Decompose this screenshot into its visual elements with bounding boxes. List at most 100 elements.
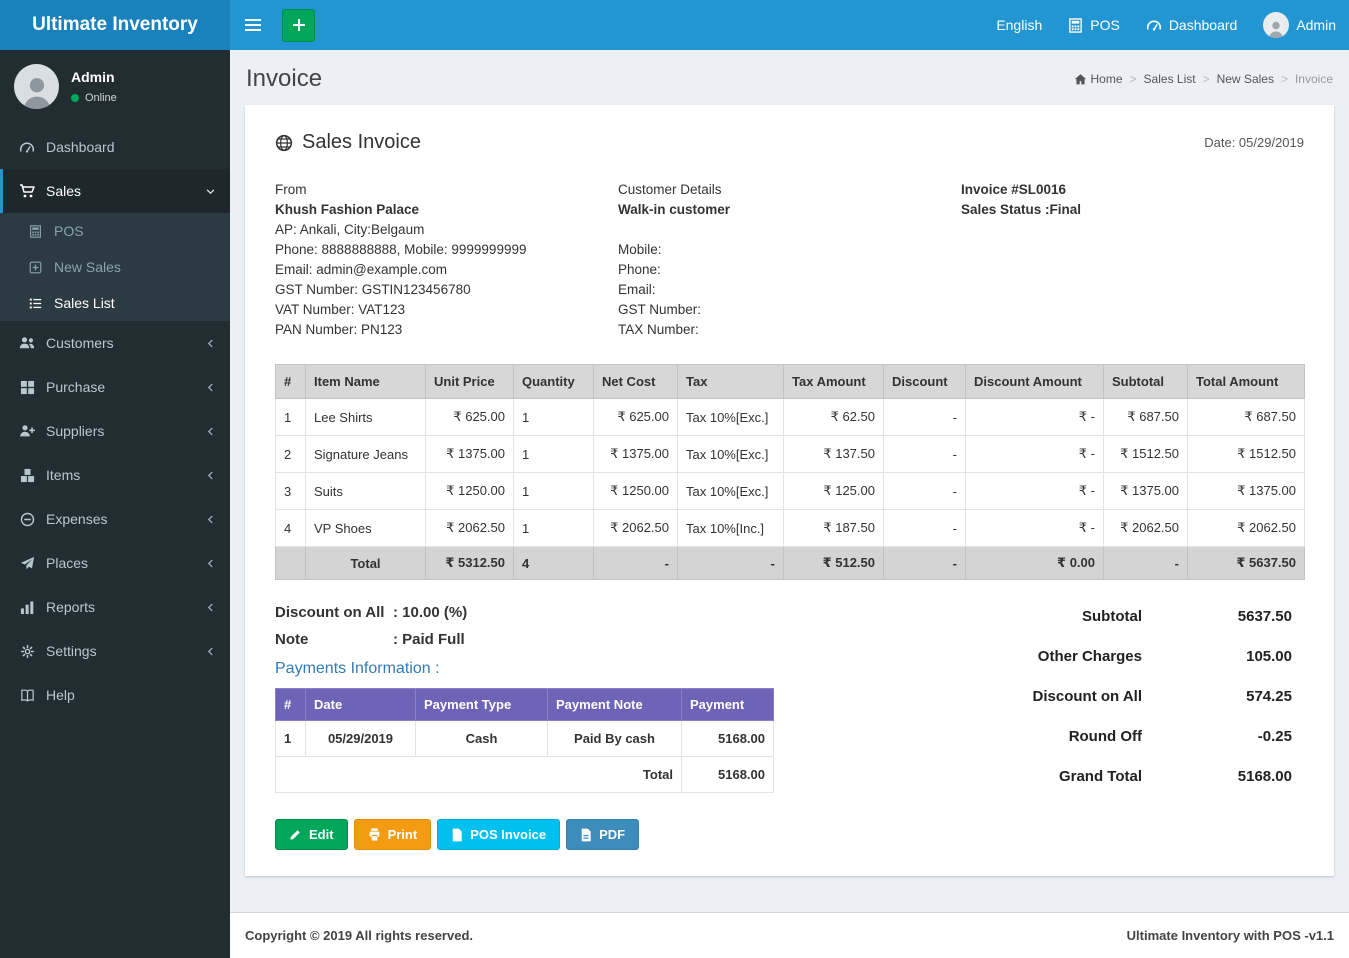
topnav-dashboard[interactable]: Dashboard xyxy=(1133,0,1251,50)
spacer xyxy=(618,220,961,240)
cell-discount: - xyxy=(884,510,966,547)
from-heading: From xyxy=(275,180,618,200)
file-pdf-icon xyxy=(580,828,592,842)
brand-logo[interactable]: Ultimate Inventory xyxy=(0,0,230,50)
sidebar-item-items[interactable]: Items xyxy=(0,453,230,497)
total-cell-tax-amount: ₹ 512.50 xyxy=(784,547,884,580)
sidebar-user-avatar xyxy=(14,64,59,109)
cell-index: 1 xyxy=(276,399,306,436)
dashboard-icon xyxy=(1146,17,1162,33)
cubes-icon xyxy=(16,468,38,483)
print-button[interactable]: Print xyxy=(354,819,432,850)
summary-row-grand-total: Grand Total 5168.00 xyxy=(1059,768,1292,785)
cell-index: 4 xyxy=(276,510,306,547)
sidebar-item-pos[interactable]: POS xyxy=(0,213,230,249)
cell-total-amount: ₹ 1375.00 xyxy=(1188,473,1305,510)
col-header-total-amount: Total Amount xyxy=(1188,365,1305,399)
sidebar-user-status[interactable]: Online xyxy=(71,92,117,104)
sidebar-item-reports[interactable]: Reports xyxy=(0,585,230,629)
sidebar-toggle-button[interactable] xyxy=(230,0,276,50)
content-header: Invoice Home > Sales List > New Sales > … xyxy=(230,50,1349,93)
sidebar-item-dashboard[interactable]: Dashboard xyxy=(0,125,230,169)
breadcrumb-separator: > xyxy=(1203,72,1210,86)
items-table: # Item Name Unit Price Quantity Net Cost… xyxy=(275,364,1305,580)
sidebar-item-expenses[interactable]: Expenses xyxy=(0,497,230,541)
total-cell-subtotal: - xyxy=(1104,547,1188,580)
sidebar-item-label: Sales List xyxy=(54,295,115,311)
pos-invoice-button[interactable]: POS Invoice xyxy=(437,819,560,850)
cell-total-amount: ₹ 2062.50 xyxy=(1188,510,1305,547)
col-header-quantity: Quantity xyxy=(514,365,594,399)
sidebar-item-purchase[interactable]: Purchase xyxy=(0,365,230,409)
sidebar-item-suppliers[interactable]: Suppliers xyxy=(0,409,230,453)
col-header-discount-amount: Discount Amount xyxy=(966,365,1104,399)
sales-status: Sales Status :Final xyxy=(961,200,1304,220)
sales-submenu: POS New Sales Sales List xyxy=(0,213,230,321)
print-button-label: Print xyxy=(388,827,418,842)
breadcrumb-home[interactable]: Home xyxy=(1074,72,1123,86)
sidebar-item-places[interactable]: Places xyxy=(0,541,230,585)
page-title: Invoice xyxy=(246,65,322,93)
invoice-card: Sales Invoice Date: 05/29/2019 From Khus… xyxy=(245,105,1334,876)
summary-row-round-off: Round Off -0.25 xyxy=(1069,728,1292,745)
topnav-pos[interactable]: POS xyxy=(1055,0,1133,50)
items-table-header-row: # Item Name Unit Price Quantity Net Cost… xyxy=(276,365,1305,399)
total-cell-discount: - xyxy=(884,547,966,580)
sidebar-item-label: Suppliers xyxy=(46,423,104,439)
cell-discount-amount: ₹ - xyxy=(966,436,1104,473)
from-phones: Phone: 8888888888, Mobile: 9999999999 xyxy=(275,240,618,260)
users-icon xyxy=(16,335,38,351)
sidebar-item-sales[interactable]: Sales xyxy=(0,169,230,213)
quick-add-button[interactable] xyxy=(282,9,315,42)
invoice-meta-block: Invoice #SL0016 Sales Status :Final xyxy=(961,180,1304,340)
sidebar-item-label: Purchase xyxy=(46,379,105,395)
breadcrumb-new-sales[interactable]: New Sales xyxy=(1217,72,1274,86)
customer-tax: TAX Number: xyxy=(618,320,961,340)
sidebar-item-sales-list[interactable]: Sales List xyxy=(0,285,230,321)
breadcrumb-sales-list[interactable]: Sales List xyxy=(1144,72,1196,86)
total-cell-unit-price: ₹ 5312.50 xyxy=(426,547,514,580)
sidebar-item-settings[interactable]: Settings xyxy=(0,629,230,673)
plus-icon xyxy=(292,18,306,32)
file-icon xyxy=(451,828,463,842)
breadcrumb-label: Home xyxy=(1091,72,1123,86)
cell-tax-amount: ₹ 187.50 xyxy=(784,510,884,547)
sidebar-item-label: Reports xyxy=(46,599,95,615)
edit-button[interactable]: Edit xyxy=(275,819,348,850)
pay-cell-index: 1 xyxy=(276,721,306,757)
sidebar-item-help[interactable]: Help xyxy=(0,673,230,717)
home-icon xyxy=(1074,73,1087,86)
sidebar-item-label: Customers xyxy=(46,335,114,351)
sidebar: Admin Online Dashboard Sales xyxy=(0,50,230,958)
cell-discount: - xyxy=(884,436,966,473)
sidebar-item-new-sales[interactable]: New Sales xyxy=(0,249,230,285)
cell-tax-amount: ₹ 137.50 xyxy=(784,436,884,473)
sidebar-item-label: Help xyxy=(46,687,75,703)
totals-summary: Subtotal 5637.50 Other Charges 105.00 Di… xyxy=(775,604,1304,850)
from-block: From Khush Fashion Palace AP: Ankali, Ci… xyxy=(275,180,618,340)
pencil-icon xyxy=(289,828,302,841)
cell-item-name: Signature Jeans xyxy=(306,436,426,473)
pdf-button[interactable]: PDF xyxy=(566,819,639,850)
payments-total-row: Total 5168.00 xyxy=(276,757,774,793)
total-cell-label: Total xyxy=(306,547,426,580)
cell-unit-price: ₹ 1250.00 xyxy=(426,473,514,510)
cell-tax-amount: ₹ 125.00 xyxy=(784,473,884,510)
customer-block: Customer Details Walk-in customer Mobile… xyxy=(618,180,961,340)
sidebar-item-label: Sales xyxy=(46,183,81,199)
page-footer: Copyright © 2019 All rights reserved. Ul… xyxy=(230,912,1349,958)
invoice-info-row: From Khush Fashion Palace AP: Ankali, Ci… xyxy=(275,180,1304,340)
items-table-row: 1 Lee Shirts ₹ 625.00 1 ₹ 625.00 Tax 10%… xyxy=(276,399,1305,436)
language-menu[interactable]: English xyxy=(983,0,1055,50)
payments-row: 1 05/29/2019 Cash Paid By cash 5168.00 xyxy=(276,721,774,757)
chevron-left-icon xyxy=(205,426,216,437)
cell-net-cost: ₹ 2062.50 xyxy=(594,510,678,547)
from-name: Khush Fashion Palace xyxy=(275,200,618,220)
user-menu[interactable]: Admin xyxy=(1250,0,1349,50)
main-content: Invoice Home > Sales List > New Sales > … xyxy=(230,0,1349,876)
from-pan: PAN Number: PN123 xyxy=(275,320,618,340)
sidebar-item-customers[interactable]: Customers xyxy=(0,321,230,365)
navbar: English POS Dashboard Admin xyxy=(230,0,1349,50)
sidebar-menu: Dashboard Sales POS New Sales xyxy=(0,125,230,717)
cell-subtotal: ₹ 1375.00 xyxy=(1104,473,1188,510)
